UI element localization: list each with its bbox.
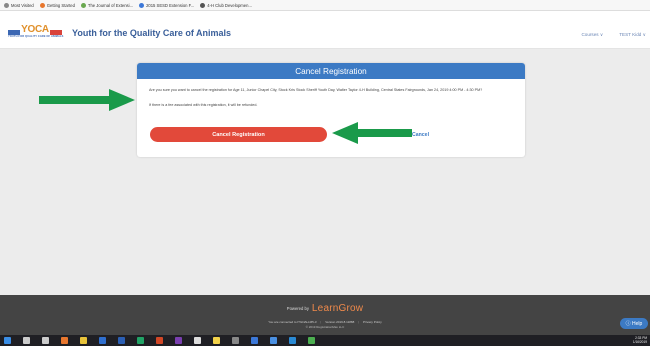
search-icon[interactable]: [23, 337, 30, 344]
file-explorer-icon[interactable]: [80, 337, 87, 344]
annotation-arrow-message: [39, 89, 135, 111]
bookmark-icon: [80, 2, 86, 8]
paint-icon[interactable]: [194, 337, 201, 344]
photos-icon[interactable]: [251, 337, 258, 344]
bookmarks-bar: Most Visited Getting Started The Journal…: [0, 0, 650, 11]
powered-by-label: Powered by: [286, 306, 309, 311]
cancel-registration-button[interactable]: Cancel Registration: [150, 127, 327, 142]
version-info: Version 2019.8.11888: [325, 320, 355, 324]
task-view-icon[interactable]: [42, 337, 49, 344]
cancel-registration-dialog: Cancel Registration Are you sure you wan…: [137, 63, 525, 157]
annotation-arrow-button: [332, 122, 412, 144]
footer-links: You are connected to ITGNAH-M5-3 | Version…: [0, 320, 650, 324]
bookmark-icon: [39, 2, 45, 8]
bookmark-most-visited[interactable]: Most Visited: [4, 2, 34, 8]
cancel-link[interactable]: Cancel: [412, 132, 429, 138]
excel-icon[interactable]: [137, 337, 144, 344]
bookmark-label: 2015 SESD Extension F...: [146, 2, 195, 8]
firefox-icon[interactable]: [61, 337, 68, 344]
bookmark-icon: [139, 2, 145, 8]
bookmark-journal-extension[interactable]: The Journal of Extensi...: [80, 2, 134, 8]
bookmark-getting-started[interactable]: Getting Started: [39, 2, 75, 8]
edge-icon[interactable]: [289, 337, 296, 344]
onenote-icon[interactable]: [175, 337, 182, 344]
copyright: © 2019 RegistrationMax LLC: [305, 325, 345, 329]
powerpoint-icon[interactable]: [156, 337, 163, 344]
bookmark-sesd-extension[interactable]: 2015 SESD Extension F...: [139, 2, 195, 8]
header-nav: Courses ∨ TEST Kidd ∨: [565, 32, 646, 38]
courses-menu[interactable]: Courses ∨: [581, 32, 603, 38]
outlook-icon[interactable]: [99, 337, 106, 344]
connection-info: You are connected to ITGNAH-M5-3: [268, 320, 317, 324]
confirmation-message: Are you sure you want to cancel the regi…: [149, 88, 483, 92]
user-menu[interactable]: TEST Kidd ∨: [619, 32, 646, 38]
dialog-title: Cancel Registration: [137, 63, 525, 79]
logo-tagline: YOUTH FOR QUALITY CARE OF ANIMALS: [8, 35, 64, 38]
windows-taskbar: 2:33 PM 1/16/2019: [0, 335, 650, 346]
site-footer: Powered by LearnGrow You are connected t…: [0, 295, 650, 335]
system-clock[interactable]: 2:33 PM 1/16/2019: [633, 336, 647, 344]
logo-word: YOCA: [21, 24, 49, 35]
bookmark-icon: [4, 2, 9, 8]
footer-separator: |: [320, 320, 322, 324]
refund-note: If there is a fee associated with this r…: [149, 103, 258, 107]
bookmark-4h-club[interactable]: 4-H Club Developmen...: [200, 2, 252, 8]
powered-by: Powered by LearnGrow: [0, 303, 650, 314]
footer-separator: |: [358, 320, 360, 324]
mail-icon[interactable]: [270, 337, 277, 344]
chrome-icon[interactable]: [308, 337, 315, 344]
yqca-logo[interactable]: YOCA YOUTH FOR QUALITY CARE OF ANIMALS: [8, 25, 64, 41]
logo-mark: YOCA: [8, 25, 62, 35]
help-button[interactable]: ⓘ Help: [620, 318, 648, 329]
privacy-policy-link[interactable]: Privacy Policy: [363, 320, 382, 324]
bookmark-label: The Journal of Extensi...: [87, 2, 134, 8]
learngrow-brand[interactable]: LearnGrow: [312, 303, 363, 314]
site-header: YOCA YOUTH FOR QUALITY CARE OF ANIMALS Y…: [0, 11, 650, 49]
site-title[interactable]: Youth for the Quality Care of Animals: [72, 28, 231, 38]
bookmark-label: 4-H Club Developmen...: [207, 2, 252, 8]
sticky-notes-icon[interactable]: [213, 337, 220, 344]
word-icon[interactable]: [118, 337, 125, 344]
bookmark-label: Most Visited: [11, 2, 34, 8]
bookmark-label: Getting Started: [46, 2, 75, 8]
bookmark-icon: [200, 2, 206, 8]
clock-date: 1/16/2019: [632, 340, 647, 344]
calculator-icon[interactable]: [232, 337, 239, 344]
taskbar-icons: [4, 337, 327, 344]
windows-start-icon[interactable]: [4, 337, 11, 344]
